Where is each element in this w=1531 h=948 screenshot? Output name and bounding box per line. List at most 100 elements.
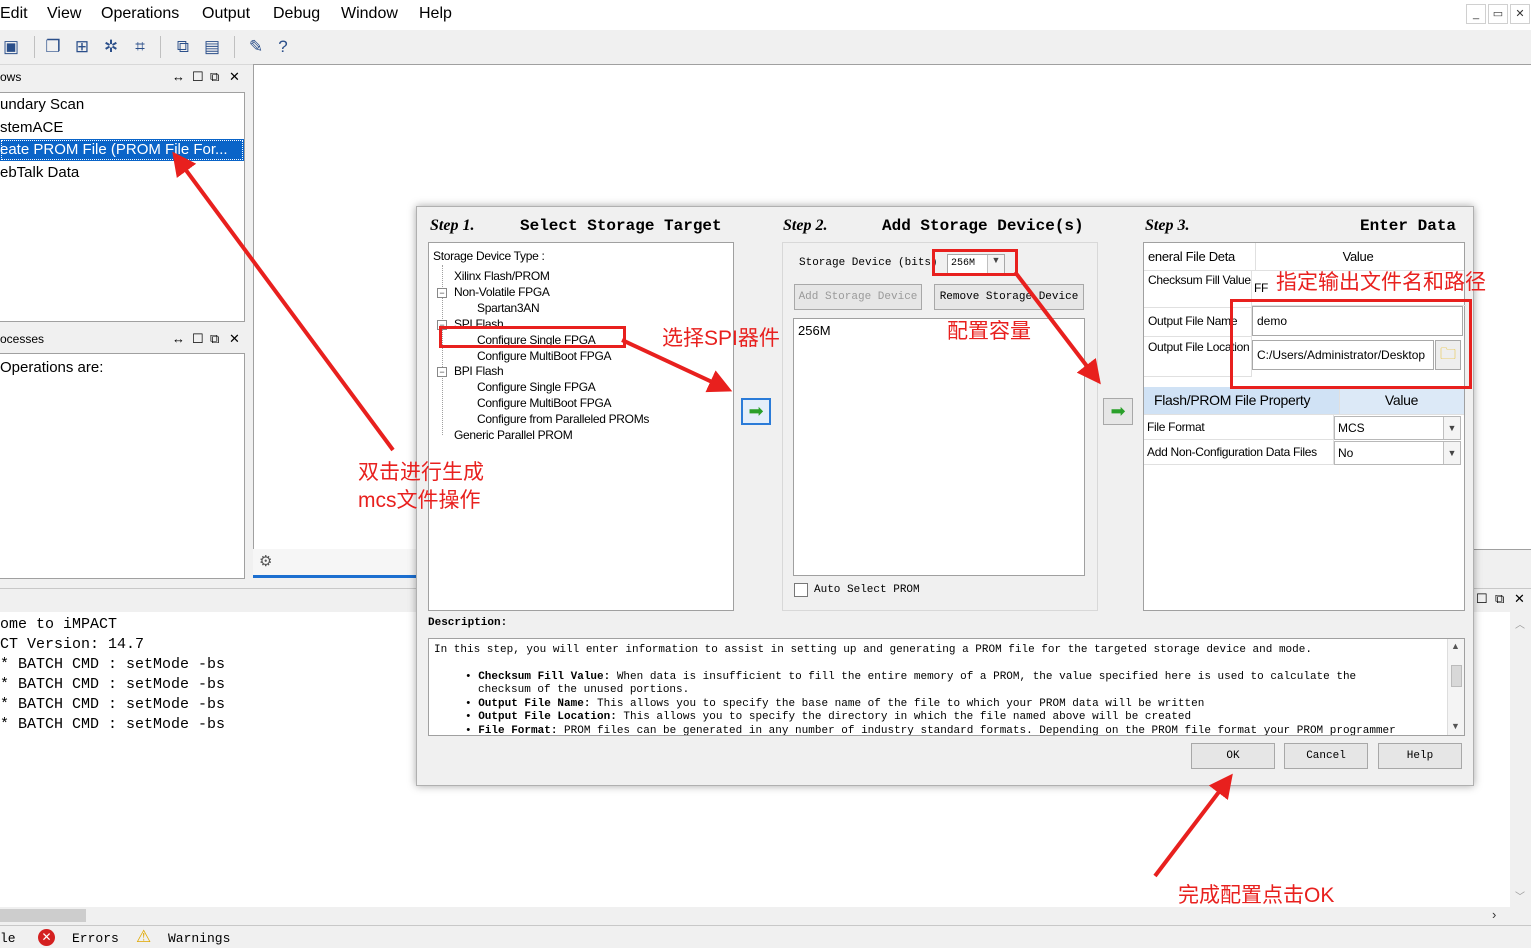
menu-window[interactable]: Window [341, 5, 398, 23]
tree-xilinx-flash-prom[interactable]: Xilinx Flash/PROM [454, 269, 550, 283]
flow-create-prom-file[interactable]: eate PROM File (PROM File For... [0, 139, 244, 161]
collapse-icon[interactable]: − [437, 367, 447, 377]
add-storage-device-button[interactable]: Add Storage Device [794, 284, 922, 310]
tab-warnings[interactable]: Warnings [168, 931, 230, 946]
tree-generic-parallel-prom[interactable]: Generic Parallel PROM [454, 428, 573, 442]
chip-icon[interactable]: ⌗ [129, 36, 151, 58]
float-icon[interactable]: ⧉ [1495, 591, 1504, 607]
menu-debug[interactable]: Debug [273, 5, 320, 23]
bottom-tabs: le ✕ Errors ⚠ Warnings [0, 925, 1531, 948]
tree-bpi-configure-multiboot-fpga[interactable]: Configure MultiBoot FPGA [477, 396, 612, 410]
flows-panel-title: ows [0, 70, 22, 84]
help-button[interactable]: Help [1378, 743, 1462, 769]
close-icon[interactable]: ✕ [1514, 591, 1525, 607]
dock-icon[interactable]: ↔ [172, 66, 185, 88]
menu-bar: Edit View Operations Output Debug Window… [0, 0, 1531, 30]
tree-spartan3an[interactable]: Spartan3AN [477, 301, 540, 315]
minimize-icon[interactable]: _ [1466, 4, 1486, 24]
flow-systemace[interactable]: stemACE [0, 117, 244, 139]
console-line: CT Version: 14.7 [0, 636, 145, 653]
menu-output[interactable]: Output [202, 5, 250, 23]
console-line: * BATCH CMD : setMode -bs [0, 716, 226, 733]
remove-storage-device-button[interactable]: Remove Storage Device [934, 284, 1084, 310]
flows-list: undary Scan stemACE eate PROM File (PROM… [0, 92, 245, 322]
annotation-highlight-spi [439, 326, 626, 348]
restore-icon[interactable]: ▭ [1488, 4, 1508, 24]
flows-panel-header: ows ↔ ☐ ⧉ ✕ [0, 66, 246, 88]
console-line: * BATCH CMD : setMode -bs [0, 696, 226, 713]
description-bullet-title: File Format: [478, 725, 558, 736]
processes-text: Operations are: [0, 359, 104, 376]
maximize-icon[interactable]: ☐ [192, 66, 204, 88]
ok-button[interactable]: OK [1191, 743, 1275, 769]
scroll-up-icon[interactable]: ▲ [1451, 641, 1460, 651]
menu-view[interactable]: View [47, 5, 81, 23]
tree-bpi-flash[interactable]: BPI Flash [454, 364, 504, 378]
dock-icon[interactable]: ↔ [172, 328, 185, 350]
wrench-icon[interactable]: ✎ [245, 36, 267, 58]
scroll-right-icon[interactable]: › [1492, 907, 1496, 922]
workspace-tab[interactable]: ⚙ [253, 549, 423, 578]
description-label: Description: [428, 617, 508, 629]
console-horizontal-scrollbar[interactable]: › [0, 907, 1510, 924]
cascade-icon[interactable]: ⧉ [172, 36, 194, 58]
menu-edit[interactable]: Edit [0, 5, 28, 23]
non-configuration-data-files-dropdown[interactable]: No ▼ [1334, 441, 1461, 465]
description-scrollbar[interactable]: ▲ ▼ [1447, 639, 1464, 735]
tree-spi-configure-multiboot-fpga[interactable]: Configure MultiBoot FPGA [477, 349, 612, 363]
save-icon[interactable]: ▣ [0, 36, 22, 58]
tile-icon[interactable]: ▤ [201, 36, 223, 58]
storage-device-list[interactable]: 256M [793, 318, 1085, 576]
storage-device-list-item[interactable]: 256M [798, 323, 831, 338]
float-icon[interactable]: ⧉ [210, 66, 219, 88]
copy-icon[interactable]: ❐ [42, 36, 64, 58]
annotation-double-click-line1: 双击进行生成 [358, 461, 484, 484]
menu-help[interactable]: Help [419, 5, 452, 23]
description-bullet-title: Output File Location: [478, 711, 617, 723]
flow-boundary-scan[interactable]: undary Scan [0, 94, 244, 116]
tab-console[interactable]: le [0, 931, 16, 946]
chevron-down-icon[interactable]: ▼ [1443, 442, 1460, 464]
scroll-down-icon[interactable]: ▼ [1451, 721, 1460, 731]
tree-header: Storage Device Type : [433, 249, 545, 263]
close-icon[interactable]: ✕ [229, 66, 240, 88]
auto-select-prom-checkbox[interactable] [794, 583, 808, 597]
close-icon[interactable]: ✕ [229, 328, 240, 350]
chain-icon[interactable]: ⊞ [71, 36, 93, 58]
boundary-scan-tab-icon: ⚙ [259, 553, 273, 570]
file-format-value: MCS [1338, 421, 1365, 435]
step3-panel: eneral File Deta Value Checksum Fill Val… [1143, 242, 1466, 611]
step3-number-text: Step 3. [1145, 217, 1190, 234]
file-format-dropdown[interactable]: MCS ▼ [1334, 416, 1461, 440]
step1-title: Select Storage Target [520, 217, 722, 235]
processes-list: Operations are: [0, 353, 245, 579]
tree-bpi-configure-from-paralleled-proms[interactable]: Configure from Paralleled PROMs [477, 412, 649, 426]
flow-webtalk-data[interactable]: ebTalk Data [0, 162, 244, 184]
annotation-finish: 完成配置点击OK [1178, 884, 1335, 907]
description-bullet-text: When data is insufficient to fill the en… [610, 671, 1357, 683]
next-step-arrow-button[interactable]: ➡ [1103, 398, 1133, 425]
warning-icon: ⚠ [136, 927, 152, 946]
next-step-arrow-button[interactable]: ➡ [741, 398, 771, 425]
initialize-chain-icon[interactable]: ✲ [100, 36, 122, 58]
storage-device-label: Storage Device (bits) [799, 257, 938, 269]
storage-device-tree: Storage Device Type : Xilinx Flash/PROM … [428, 242, 734, 611]
collapse-icon[interactable]: − [437, 288, 447, 298]
property-col-value: Value [1339, 387, 1464, 415]
tree-non-volatile-fpga[interactable]: Non-Volatile FPGA [454, 285, 550, 299]
close-icon[interactable]: ✕ [1510, 4, 1530, 24]
scroll-thumb[interactable] [0, 909, 86, 922]
scroll-up-icon[interactable]: ︿ [1515, 616, 1525, 631]
menu-operations[interactable]: Operations [101, 5, 179, 23]
maximize-icon[interactable]: ☐ [192, 328, 204, 350]
console-vertical-scrollbar[interactable]: ︿ ﹀ [1510, 612, 1531, 907]
float-icon[interactable]: ⧉ [210, 328, 219, 350]
cancel-button[interactable]: Cancel [1284, 743, 1368, 769]
chevron-down-icon[interactable]: ▼ [1443, 417, 1460, 439]
tree-bpi-configure-single-fpga[interactable]: Configure Single FPGA [477, 380, 596, 394]
tab-errors[interactable]: Errors [72, 931, 119, 946]
scroll-thumb[interactable] [1451, 665, 1462, 687]
maximize-icon[interactable]: ☐ [1476, 591, 1488, 607]
help-pointer-icon[interactable]: ? [272, 36, 294, 58]
scroll-down-icon[interactable]: ﹀ [1515, 888, 1525, 903]
